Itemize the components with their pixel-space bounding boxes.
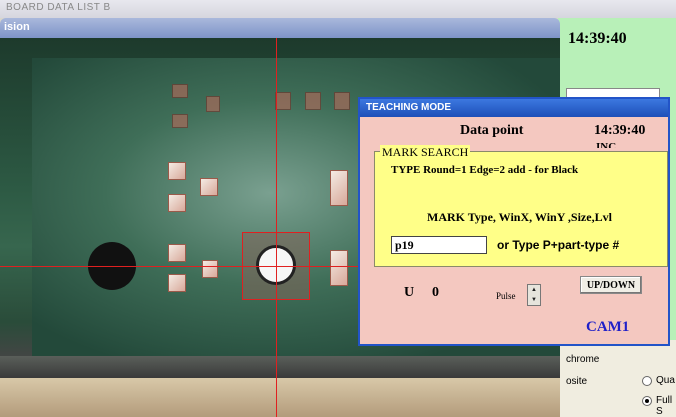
u-axis-label: U <box>404 285 415 300</box>
radio-full[interactable] <box>642 396 652 406</box>
radio-quality[interactable] <box>642 376 652 386</box>
background-window-titlebar: BOARD DATA LIST B <box>0 0 676 18</box>
pcb-pad <box>330 250 348 286</box>
mark-input-hint: or Type P+part-type # <box>497 238 620 252</box>
dialog-time: 14:39:40 <box>594 123 646 138</box>
camera-label: CAM1 <box>586 319 630 335</box>
options-panel: chrome osite Qua Full S <box>556 340 676 417</box>
spinner-down-icon[interactable]: ▼ <box>528 295 540 305</box>
pcb-pad <box>275 92 291 110</box>
mark-search-legend: MARK SEARCH <box>380 145 471 160</box>
u-axis-value: 0 <box>432 285 439 300</box>
clock-display: 14:39:40 <box>568 30 627 47</box>
dialog-titlebar[interactable]: TEACHING MODE <box>360 99 668 117</box>
radio-quality-label: Qua <box>656 375 675 386</box>
updown-button[interactable]: UP/DOWN <box>580 276 642 294</box>
mark-fields-label: MARK Type, WinX, WinY ,Size,Lvl <box>427 210 612 224</box>
option-chrome-label: chrome <box>566 354 600 365</box>
pcb-pad <box>206 96 220 112</box>
background-window-title: BOARD DATA LIST B <box>6 2 111 13</box>
pcb-pad <box>168 162 186 180</box>
pcb-pad <box>172 114 188 128</box>
pcb-pad <box>334 92 350 110</box>
vision-titlebar: ision <box>0 18 560 38</box>
pulse-spinner[interactable]: ▲ ▼ <box>527 284 541 306</box>
mark-input-field[interactable] <box>391 236 487 254</box>
pulse-label: Pulse <box>496 291 516 301</box>
pcb-pad <box>200 178 218 196</box>
pcb-pad <box>330 170 348 206</box>
data-point-label: Data point <box>460 123 524 138</box>
mark-type-instructions: TYPE Round=1 Edge=2 add - for Black <box>391 164 579 176</box>
dialog-title: TEACHING MODE <box>366 102 451 113</box>
pcb-pad <box>172 84 188 98</box>
pcb-pad <box>168 244 186 262</box>
pcb-pad <box>168 194 186 212</box>
pcb-pad <box>305 92 321 110</box>
board-edge <box>0 356 560 378</box>
pcb-pad <box>168 274 186 292</box>
radio-full-label: Full S <box>656 395 673 417</box>
spinner-up-icon[interactable]: ▲ <box>528 285 540 295</box>
overlapped-text: INC <box>596 141 617 148</box>
option-composite-label: osite <box>566 376 588 387</box>
teaching-mode-dialog: TEACHING MODE Data point 14:39:40 INC MA… <box>358 97 670 346</box>
foreground-cable <box>0 378 560 417</box>
vision-title: ision <box>4 21 30 33</box>
pcb-pad <box>202 260 218 278</box>
crosshair-vertical <box>276 38 277 417</box>
mark-search-group: MARK SEARCH TYPE Round=1 Edge=2 add - fo… <box>374 145 668 267</box>
